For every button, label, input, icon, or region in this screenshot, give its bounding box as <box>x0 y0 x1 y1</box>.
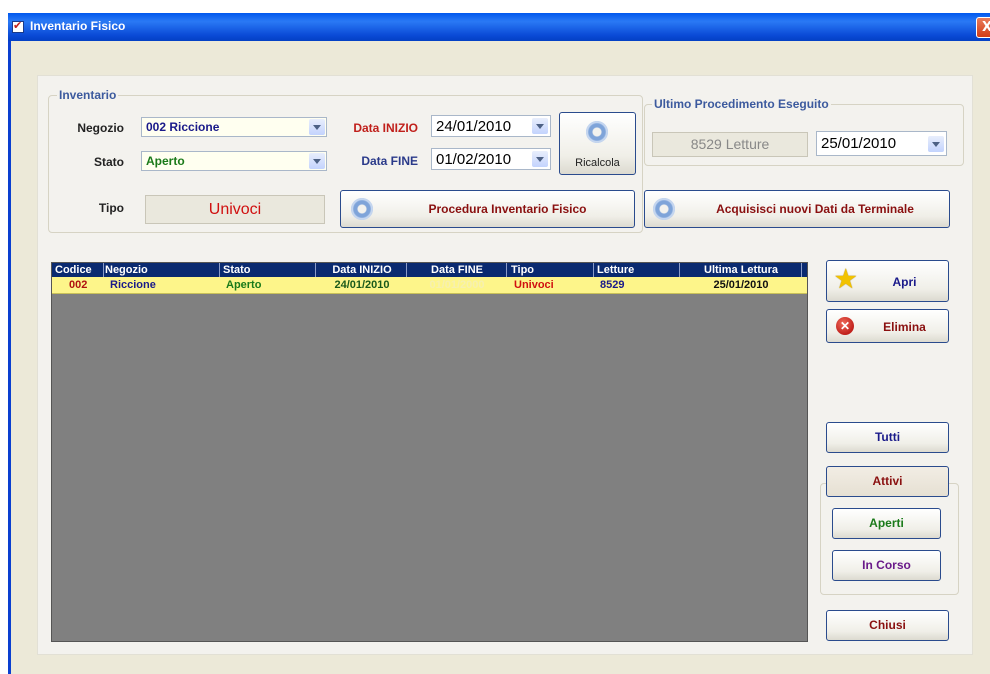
ultimo-legend: Ultimo Procedimento Eseguito <box>652 97 831 111</box>
ricalcola-label: Ricalcola <box>575 157 620 169</box>
tutti-button[interactable]: Tutti <box>826 422 949 453</box>
data-inizio-value: 24/01/2010 <box>436 118 512 135</box>
tipo-label: Tipo <box>98 201 124 215</box>
chevron-down-icon[interactable] <box>309 119 325 135</box>
letture-field: 8529 Letture <box>652 132 808 157</box>
table-row[interactable]: 002 Riccione Aperto 24/01/2010 01/01/200… <box>52 277 807 294</box>
cell-tipo: Univoci <box>514 279 554 291</box>
delete-icon: ✕ <box>836 317 854 335</box>
column-header-data-fine[interactable]: Data FINE <box>408 263 507 277</box>
cell-data-fine: 01/01/2000 <box>429 279 485 291</box>
in-corso-button[interactable]: In Corso <box>832 550 941 581</box>
star-icon: ★ <box>835 266 857 293</box>
cell-ultima-lettura: 25/01/2010 <box>713 279 769 291</box>
procedura-inventario-button[interactable]: Procedura Inventario Fisico <box>340 190 635 228</box>
negozio-value: 002 Riccione <box>146 120 220 134</box>
chevron-down-icon[interactable] <box>532 151 548 167</box>
stato-label: Stato <box>94 155 124 169</box>
stato-combo[interactable]: Aperto <box>141 151 327 171</box>
ultimo-date-picker[interactable]: 25/01/2010 <box>816 131 947 156</box>
chevron-down-icon[interactable] <box>309 153 325 169</box>
data-fine-value: 01/02/2010 <box>436 151 512 168</box>
acquisisci-dati-button[interactable]: Acquisisci nuovi Dati da Terminale <box>644 190 950 228</box>
ultimo-date-value: 25/01/2010 <box>821 135 897 152</box>
grid-header: Codice Negozio Stato Data INIZIO Data FI… <box>52 263 807 277</box>
chevron-down-icon[interactable] <box>928 136 944 152</box>
window-title: Inventario Fisico <box>30 19 126 33</box>
close-button[interactable]: X <box>976 17 990 38</box>
cell-data-inizio: 24/01/2010 <box>334 279 390 291</box>
title-bar[interactable]: Inventario Fisico X <box>8 13 990 41</box>
cell-stato: Aperto <box>226 279 262 291</box>
column-header-ultima-lettura[interactable]: Ultima Lettura <box>681 263 802 277</box>
cell-negozio: Riccione <box>110 279 156 291</box>
gear-icon <box>586 121 608 143</box>
apri-button[interactable]: ★ Apri <box>826 260 949 302</box>
aperti-button[interactable]: Aperti <box>832 508 941 539</box>
data-inizio-picker[interactable]: 24/01/2010 <box>431 115 551 137</box>
inventory-grid[interactable]: Codice Negozio Stato Data INIZIO Data FI… <box>51 262 808 642</box>
window-check-icon <box>12 19 24 33</box>
column-header-negozio[interactable]: Negozio <box>105 263 220 277</box>
chevron-down-icon[interactable] <box>532 118 548 134</box>
column-header-codice[interactable]: Codice <box>55 263 104 277</box>
acquisisci-label: Acquisisci nuovi Dati da Terminale <box>716 202 914 216</box>
column-header-data-inizio[interactable]: Data INIZIO <box>318 263 407 277</box>
procedura-label: Procedura Inventario Fisico <box>428 202 587 216</box>
column-header-letture[interactable]: Letture <box>597 263 680 277</box>
attivi-button[interactable]: Attivi <box>826 466 949 497</box>
cell-codice: 002 <box>69 279 88 291</box>
data-fine-label: Data FINE <box>361 154 418 168</box>
apri-label: Apri <box>892 275 917 289</box>
stato-value: Aperto <box>146 154 185 168</box>
ricalcola-button[interactable]: Ricalcola <box>559 112 636 175</box>
elimina-label: Elimina <box>883 320 926 334</box>
cell-letture: 8529 <box>600 279 625 291</box>
gear-icon <box>653 198 675 220</box>
data-fine-picker[interactable]: 01/02/2010 <box>431 148 551 170</box>
tipo-field: Univoci <box>145 195 325 224</box>
inventario-legend: Inventario <box>57 88 119 102</box>
column-header-stato[interactable]: Stato <box>223 263 316 277</box>
negozio-label: Negozio <box>77 121 124 135</box>
tipo-value: Univoci <box>208 201 262 218</box>
negozio-combo[interactable]: 002 Riccione <box>141 117 327 137</box>
column-header-tipo[interactable]: Tipo <box>511 263 594 277</box>
elimina-button[interactable]: ✕ Elimina <box>826 309 949 343</box>
data-inizio-label: Data INIZIO <box>353 121 418 135</box>
gear-icon <box>351 198 373 220</box>
chiusi-button[interactable]: Chiusi <box>826 610 949 641</box>
letture-value: 8529 Letture <box>690 136 770 152</box>
